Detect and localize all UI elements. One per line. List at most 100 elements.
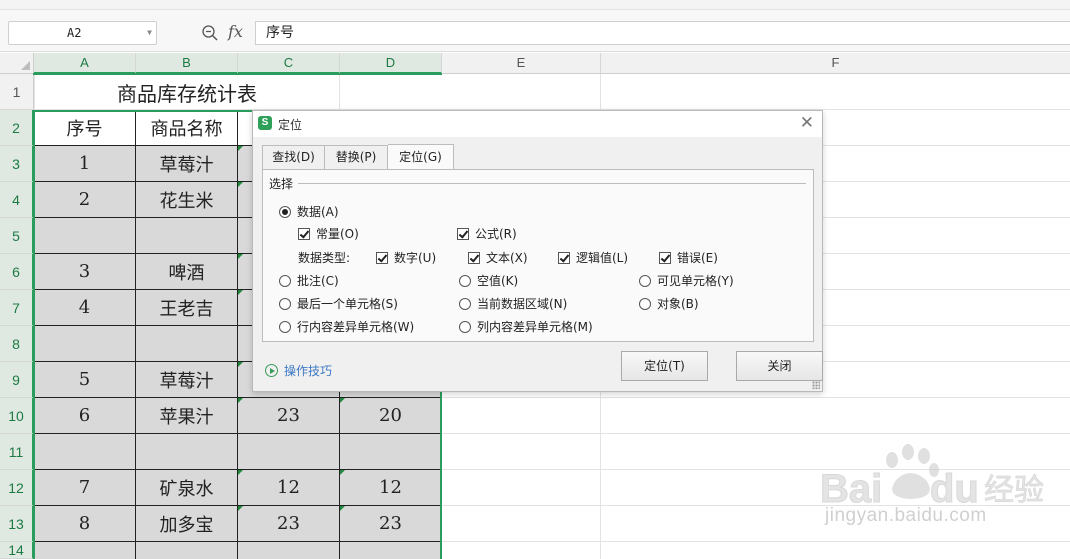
- header-cell-seq[interactable]: 序号: [34, 110, 136, 146]
- zoom-search-icon[interactable]: [201, 24, 219, 42]
- checkbox-checked-icon[interactable]: [298, 227, 310, 240]
- cell-a13[interactable]: 8: [34, 506, 136, 542]
- row-header-11[interactable]: 11: [0, 434, 34, 470]
- cell-b9[interactable]: 草莓汁: [136, 362, 238, 398]
- radio-visible[interactable]: 可见单元格(Y): [639, 272, 734, 289]
- tab-find[interactable]: 查找(D): [262, 145, 325, 169]
- row-header-2[interactable]: 2: [0, 110, 34, 146]
- row-header-6[interactable]: 6: [0, 254, 34, 290]
- radio-selected-icon[interactable]: [279, 205, 291, 218]
- radio-icon[interactable]: [639, 297, 651, 310]
- checkbox-checked-icon[interactable]: [558, 251, 570, 264]
- column-header-a[interactable]: A: [34, 53, 136, 74]
- radio-data[interactable]: 数据(A): [279, 203, 339, 220]
- radio-icon[interactable]: [639, 274, 651, 287]
- radio-icon[interactable]: [279, 274, 291, 287]
- row-header-10[interactable]: 10: [0, 398, 34, 434]
- cell-b11[interactable]: [136, 434, 238, 470]
- radio-comment[interactable]: 批注(C): [279, 272, 339, 289]
- checkbox-checked-icon[interactable]: [376, 251, 388, 264]
- cell-c14[interactable]: [238, 542, 340, 559]
- checkbox-logical[interactable]: 逻辑值(L): [558, 249, 628, 266]
- tab-replace[interactable]: 替换(P): [325, 145, 388, 169]
- cell-a4[interactable]: 2: [34, 182, 136, 218]
- close-icon[interactable]: ✕: [800, 114, 814, 132]
- resize-grip-icon[interactable]: [812, 381, 820, 389]
- cell-a14[interactable]: [34, 542, 136, 559]
- cell-b12[interactable]: 矿泉水: [136, 470, 238, 506]
- radio-icon[interactable]: [459, 320, 471, 333]
- cell-c12[interactable]: 12: [238, 470, 340, 506]
- row-header-13[interactable]: 13: [0, 506, 34, 542]
- cell-a9[interactable]: 5: [34, 362, 136, 398]
- formula-input[interactable]: 序号: [255, 21, 1070, 45]
- select-all-corner[interactable]: [0, 53, 34, 74]
- checkbox-error[interactable]: 错误(E): [659, 249, 718, 266]
- checkbox-checked-icon[interactable]: [659, 251, 671, 264]
- cell-a5[interactable]: [34, 218, 136, 254]
- cell-c10[interactable]: 23: [238, 398, 340, 434]
- tips-link[interactable]: 操作技巧: [265, 362, 332, 379]
- radio-icon[interactable]: [459, 297, 471, 310]
- cell-a11[interactable]: [34, 434, 136, 470]
- cell-d13[interactable]: 23: [340, 506, 442, 542]
- row-header-3[interactable]: 3: [0, 146, 34, 182]
- cell-a6[interactable]: 3: [34, 254, 136, 290]
- cell-a12[interactable]: 7: [34, 470, 136, 506]
- cell-a10[interactable]: 6: [34, 398, 136, 434]
- row-header-1[interactable]: 1: [0, 74, 34, 110]
- column-header-f[interactable]: F: [601, 53, 1070, 74]
- cell-a7[interactable]: 4: [34, 290, 136, 326]
- row-header-14[interactable]: 14: [0, 542, 34, 559]
- cell-c13[interactable]: 23: [238, 506, 340, 542]
- cell-b7[interactable]: 王老吉: [136, 290, 238, 326]
- cell-c11[interactable]: [238, 434, 340, 470]
- locate-button[interactable]: 定位(T): [621, 351, 708, 381]
- cell-b6[interactable]: 啤酒: [136, 254, 238, 290]
- table-title-cell[interactable]: 商品库存统计表: [34, 74, 340, 110]
- checkbox-text[interactable]: 文本(X): [468, 249, 528, 266]
- radio-icon[interactable]: [459, 274, 471, 287]
- cell-b3[interactable]: 草莓汁: [136, 146, 238, 182]
- checkbox-constant[interactable]: 常量(O): [298, 225, 359, 242]
- cell-a3[interactable]: 1: [34, 146, 136, 182]
- row-header-12[interactable]: 12: [0, 470, 34, 506]
- cell-b13[interactable]: 加多宝: [136, 506, 238, 542]
- radio-current-region[interactable]: 当前数据区域(N): [459, 295, 567, 312]
- close-button[interactable]: 关闭: [736, 351, 823, 381]
- dialog-titlebar[interactable]: S 定位 ✕: [253, 111, 822, 137]
- cell-d11[interactable]: [340, 434, 442, 470]
- row-header-9[interactable]: 9: [0, 362, 34, 398]
- cell-b8[interactable]: [136, 326, 238, 362]
- radio-object[interactable]: 对象(B): [639, 295, 699, 312]
- cell-b4[interactable]: 花生米: [136, 182, 238, 218]
- column-header-c[interactable]: C: [238, 53, 340, 74]
- column-header-d[interactable]: D: [340, 53, 442, 74]
- column-header-b[interactable]: B: [136, 53, 238, 74]
- cell-d10[interactable]: 20: [340, 398, 442, 434]
- checkbox-formula[interactable]: 公式(R): [457, 225, 517, 242]
- chevron-down-icon[interactable]: ▼: [147, 22, 152, 44]
- header-cell-name[interactable]: 商品名称: [136, 110, 238, 146]
- radio-col-diff[interactable]: 列内容差异单元格(M): [459, 318, 593, 335]
- tab-goto[interactable]: 定位(G): [388, 144, 454, 169]
- row-header-5[interactable]: 5: [0, 218, 34, 254]
- cell-b5[interactable]: [136, 218, 238, 254]
- radio-icon[interactable]: [279, 320, 291, 333]
- radio-row-diff[interactable]: 行内容差异单元格(W): [279, 318, 414, 335]
- radio-blank[interactable]: 空值(K): [459, 272, 518, 289]
- row-header-7[interactable]: 7: [0, 290, 34, 326]
- radio-last-cell[interactable]: 最后一个单元格(S): [279, 295, 398, 312]
- cell-b10[interactable]: 苹果汁: [136, 398, 238, 434]
- column-header-e[interactable]: E: [442, 53, 601, 74]
- cell-d14[interactable]: [340, 542, 442, 559]
- row-header-8[interactable]: 8: [0, 326, 34, 362]
- cell-d12[interactable]: 12: [340, 470, 442, 506]
- cell-b14[interactable]: [136, 542, 238, 559]
- radio-icon[interactable]: [279, 297, 291, 310]
- checkbox-checked-icon[interactable]: [468, 251, 480, 264]
- checkbox-checked-icon[interactable]: [457, 227, 469, 240]
- row-header-4[interactable]: 4: [0, 182, 34, 218]
- name-box[interactable]: A2 ▼: [8, 21, 157, 45]
- checkbox-number[interactable]: 数字(U): [376, 249, 436, 266]
